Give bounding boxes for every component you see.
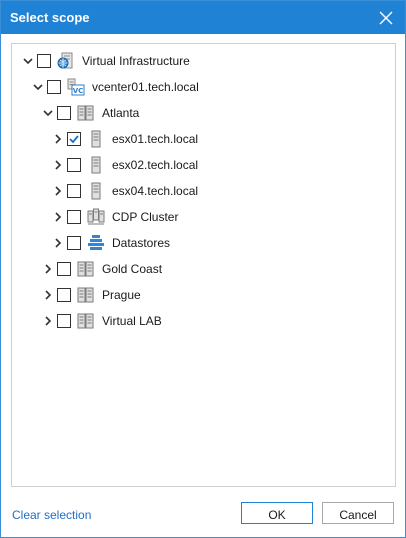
tree-item-virtual-lab[interactable]: Virtual LAB	[12, 309, 393, 333]
tree-item-label: vcenter01.tech.local	[92, 80, 199, 94]
vcenter-icon: VC	[67, 78, 85, 96]
chevron-down-icon[interactable]	[42, 107, 54, 119]
chevron-right-icon[interactable]	[52, 133, 64, 145]
tree-item-cdp-cluster[interactable]: CDP Cluster	[12, 205, 393, 229]
scope-tree: Virtual Infrastructure VC vcenter01.tech.l…	[11, 43, 396, 487]
tree-item-esx04-tech-local[interactable]: esx04.tech.local	[12, 179, 393, 203]
chevron-down-icon[interactable]	[32, 81, 44, 93]
tree-item-checkbox[interactable]	[67, 158, 81, 172]
title-bar: Select scope	[1, 1, 405, 34]
chevron-right-icon[interactable]	[42, 315, 54, 327]
tree-item-datastores[interactable]: Datastores	[12, 231, 393, 255]
tree-item-label: Virtual LAB	[102, 314, 162, 328]
tree-item-checkbox[interactable]	[57, 314, 71, 328]
tree-item-label: Gold Coast	[102, 262, 163, 276]
tree-item-prague[interactable]: Prague	[12, 283, 393, 307]
tree-item-label: Virtual Infrastructure	[82, 54, 190, 68]
clear-selection-link[interactable]: Clear selection	[12, 508, 91, 522]
chevron-right-icon[interactable]	[52, 211, 64, 223]
chevron-right-icon[interactable]	[52, 185, 64, 197]
svg-text:VC: VC	[73, 87, 84, 95]
select-scope-dialog: Select scope Virtual Infrastructure VC vce…	[0, 0, 406, 538]
dialog-title: Select scope	[10, 10, 90, 25]
tree-item-esx01-tech-local[interactable]: esx01.tech.local	[12, 127, 393, 151]
chevron-down-icon[interactable]	[22, 55, 34, 67]
host-icon	[87, 182, 105, 200]
datacenter-icon	[77, 312, 95, 330]
cluster-icon	[87, 208, 105, 226]
tree-item-esx02-tech-local[interactable]: esx02.tech.local	[12, 153, 393, 177]
tree-item-label: esx02.tech.local	[112, 158, 199, 172]
host-icon	[87, 130, 105, 148]
tree-item-label: Prague	[102, 288, 141, 302]
tree-item-atlanta[interactable]: Atlanta	[12, 101, 393, 125]
datacenter-icon	[77, 104, 95, 122]
datastore-icon	[87, 234, 105, 252]
tree-item-checkbox[interactable]	[47, 80, 61, 94]
tree-item-label: esx04.tech.local	[112, 184, 199, 198]
host-icon	[87, 156, 105, 174]
tree-item-label: CDP Cluster	[112, 210, 179, 224]
datacenter-icon	[77, 260, 95, 278]
datacenter-icon	[77, 286, 95, 304]
chevron-right-icon[interactable]	[42, 263, 54, 275]
tree-item-gold-coast[interactable]: Gold Coast	[12, 257, 393, 281]
tree-item-checkbox[interactable]	[67, 236, 81, 250]
tree-item-checkbox[interactable]	[67, 184, 81, 198]
chevron-right-icon[interactable]	[42, 289, 54, 301]
tree-item-label: esx01.tech.local	[112, 132, 199, 146]
close-button[interactable]	[373, 5, 399, 31]
close-icon	[379, 11, 393, 25]
tree-item-checkbox[interactable]	[67, 132, 81, 146]
tree-item-vcenter01-tech-local[interactable]: VC vcenter01.tech.local	[12, 75, 393, 99]
cancel-button[interactable]: Cancel	[322, 502, 394, 524]
tree-item-label: Atlanta	[102, 106, 140, 120]
tree-item-checkbox[interactable]	[57, 288, 71, 302]
chevron-right-icon[interactable]	[52, 159, 64, 171]
tree-item-virtual-infrastructure[interactable]: Virtual Infrastructure	[12, 49, 393, 73]
tree-item-label: Datastores	[112, 236, 171, 250]
tree-item-checkbox[interactable]	[57, 106, 71, 120]
tree-item-checkbox[interactable]	[37, 54, 51, 68]
ok-button[interactable]: OK	[241, 502, 313, 524]
tree-item-checkbox[interactable]	[67, 210, 81, 224]
chevron-right-icon[interactable]	[52, 237, 64, 249]
tree-item-checkbox[interactable]	[57, 262, 71, 276]
globe-server-icon	[57, 52, 75, 70]
